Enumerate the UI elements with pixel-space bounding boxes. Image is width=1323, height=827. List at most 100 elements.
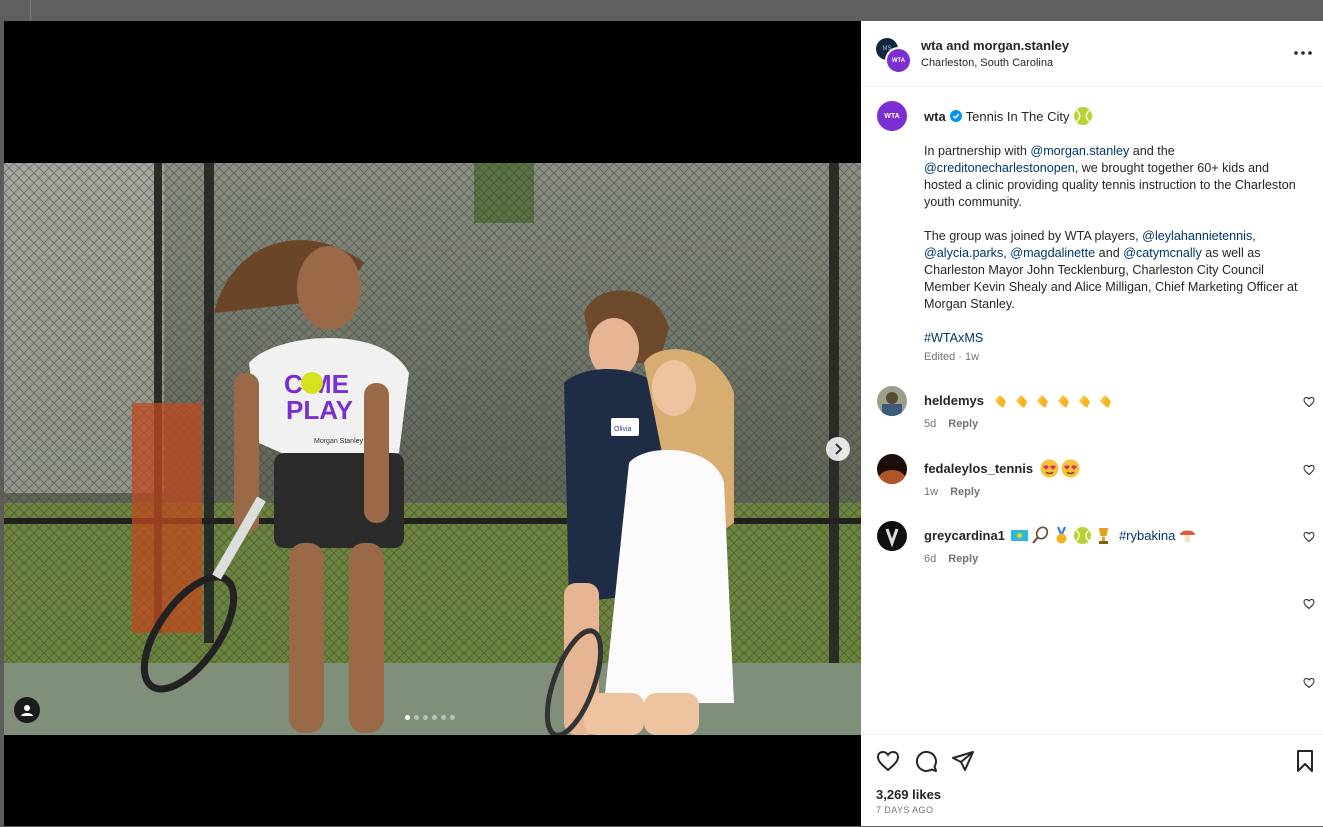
comment-body: fedaleylos_tennis <box>924 459 1080 478</box>
share-icon[interactable] <box>951 749 975 773</box>
carousel-dot <box>450 715 455 720</box>
post-date: 7 DAYS AGO <box>876 805 934 815</box>
like-comment-heart-icon[interactable] <box>1303 531 1315 543</box>
commenter-avatar[interactable] <box>877 454 907 484</box>
mushroom-emoji <box>1180 530 1196 542</box>
post-side-panel: MS WTA wta and morgan.stanley Charleston… <box>861 21 1323 826</box>
post-accounts[interactable]: wta and morgan.stanley <box>921 38 1069 53</box>
clapping-hands-emoji <box>1057 395 1069 408</box>
mention-link[interactable]: @leylahannietennis <box>1142 229 1252 243</box>
caption-text: The group was joined by WTA players, <box>924 229 1143 243</box>
user-icon <box>21 705 33 716</box>
comment-meta: 1w Reply <box>924 486 992 498</box>
comment-body: heldemys <box>924 391 1115 410</box>
browser-top-strip <box>0 0 1323 21</box>
carousel-dot <box>405 715 410 720</box>
like-count[interactable]: 3,269 likes <box>876 787 941 802</box>
name-badge: Olivia <box>614 426 632 433</box>
commenter-avatar[interactable] <box>877 521 907 551</box>
caption-paragraph-1: In partnership with @morgan.stanley and … <box>924 143 1309 211</box>
carousel-dot <box>441 715 446 720</box>
caption-text: , <box>1252 229 1256 243</box>
tennis-racket-emoji <box>1032 526 1049 544</box>
more-options-icon[interactable] <box>1291 45 1315 61</box>
caption-edited-time: Edited · 1w <box>924 351 980 363</box>
mention-link[interactable]: @creditonecharlestonopen <box>924 161 1075 175</box>
kazakhstan-flag-emoji <box>1010 530 1028 541</box>
comment-username[interactable]: greycardina1 <box>924 528 1005 543</box>
clapping-hands-emoji <box>1015 395 1027 408</box>
reply-button[interactable]: Reply <box>948 418 978 430</box>
like-heart-icon[interactable] <box>876 749 900 773</box>
heart-eyes-emoji-group <box>1040 459 1080 478</box>
like-comment-heart-icon[interactable] <box>1303 396 1315 408</box>
carousel-dot <box>414 715 419 720</box>
tennis-ball-emoji <box>1074 107 1093 125</box>
comment-age: 6d <box>924 553 937 565</box>
collab-avatars[interactable]: MS WTA <box>876 38 912 74</box>
tennis-ball-emoji <box>1073 527 1091 544</box>
clapping-hands-emoji-group <box>991 391 1115 410</box>
like-comment-heart-icon[interactable] <box>1303 464 1315 476</box>
like-comment-heart-icon[interactable] <box>1303 598 1315 610</box>
verified-badge-icon <box>949 110 962 122</box>
heart-eyes-emoji <box>1040 459 1059 478</box>
caption-username[interactable]: wta <box>924 109 946 124</box>
caption-text: In partnership with <box>924 144 1031 158</box>
post-location[interactable]: Charleston, South Carolina <box>921 57 1053 69</box>
hashtag-link[interactable]: #rybakina <box>1119 528 1175 543</box>
next-image-button[interactable] <box>826 437 850 461</box>
chevron-right-icon <box>835 443 843 455</box>
comment-meta: 6d Reply <box>924 553 990 565</box>
post-media: C ME PLAY Morgan Stanley Olivia <box>4 21 861 826</box>
carousel-dots <box>405 715 455 720</box>
comment-item: greycardina1 #rybakina 6d Reply <box>861 521 1323 581</box>
caption-title-line: wta Tennis In The City <box>924 106 1093 126</box>
reply-button[interactable]: Reply <box>948 553 978 565</box>
shirt-text-line2: PLAY <box>286 395 353 425</box>
comment-item: fedaleylos_tennis 1w Reply <box>861 454 1323 514</box>
divider <box>30 0 31 21</box>
post-photo[interactable]: C ME PLAY Morgan Stanley Olivia <box>4 163 861 735</box>
caption-body: In partnership with @morgan.stanley and … <box>924 143 1309 364</box>
mention-link[interactable]: @alycia.parks <box>924 246 1003 260</box>
comment-meta: 5d Reply <box>924 418 990 430</box>
clapping-hands-emoji <box>1078 395 1090 408</box>
comment-emoji-group <box>1010 526 1113 545</box>
mention-link[interactable]: @catymcnally <box>1123 246 1202 260</box>
caption-avatar[interactable]: WTA <box>877 101 907 131</box>
clapping-hands-emoji <box>1099 395 1111 408</box>
comments-area[interactable]: WTA wta Tennis In The City In partnershi… <box>861 87 1323 734</box>
caption-text: and the <box>1129 144 1175 158</box>
clapping-hands-emoji <box>1036 395 1048 408</box>
caption-paragraph-2: The group was joined by WTA players, @le… <box>924 228 1309 313</box>
comment-age: 5d <box>924 418 937 430</box>
hashtag-link[interactable]: #WTAxMS <box>924 331 983 345</box>
comment-username[interactable]: heldemys <box>924 393 984 408</box>
gold-medal-emoji <box>1056 526 1067 544</box>
commenter-avatar[interactable] <box>877 386 907 416</box>
carousel-dot <box>423 715 428 720</box>
caption-title: Tennis In The City <box>965 108 1070 124</box>
post-actions: 3,269 likes 7 DAYS AGO <box>861 734 1323 827</box>
heart-eyes-emoji <box>1061 459 1080 478</box>
mention-link[interactable]: @magdalinette <box>1010 246 1095 260</box>
bookmark-icon[interactable] <box>1293 749 1317 773</box>
tagged-users-button[interactable] <box>14 697 40 723</box>
comment-icon[interactable] <box>914 749 938 773</box>
clapping-hands-emoji <box>994 395 1006 408</box>
mention-link[interactable]: @morgan.stanley <box>1030 144 1129 158</box>
like-comment-heart-icon[interactable] <box>1303 677 1315 689</box>
wta-avatar: WTA <box>885 47 912 74</box>
comment-age: 1w <box>924 486 939 498</box>
reply-button[interactable]: Reply <box>950 486 980 498</box>
comment-item: heldemys 5d Reply <box>861 386 1323 446</box>
comment-username[interactable]: fedaleylos_tennis <box>924 461 1033 476</box>
post-header: MS WTA wta and morgan.stanley Charleston… <box>861 21 1323 87</box>
carousel-dot <box>432 715 437 720</box>
comment-body: greycardina1 #rybakina <box>924 526 1197 545</box>
trophy-emoji <box>1098 528 1108 544</box>
shirt-sponsor: Morgan Stanley <box>314 438 364 445</box>
caption-paragraph-3: #WTAxMS <box>924 330 1309 347</box>
caption-text: and <box>1095 246 1124 260</box>
